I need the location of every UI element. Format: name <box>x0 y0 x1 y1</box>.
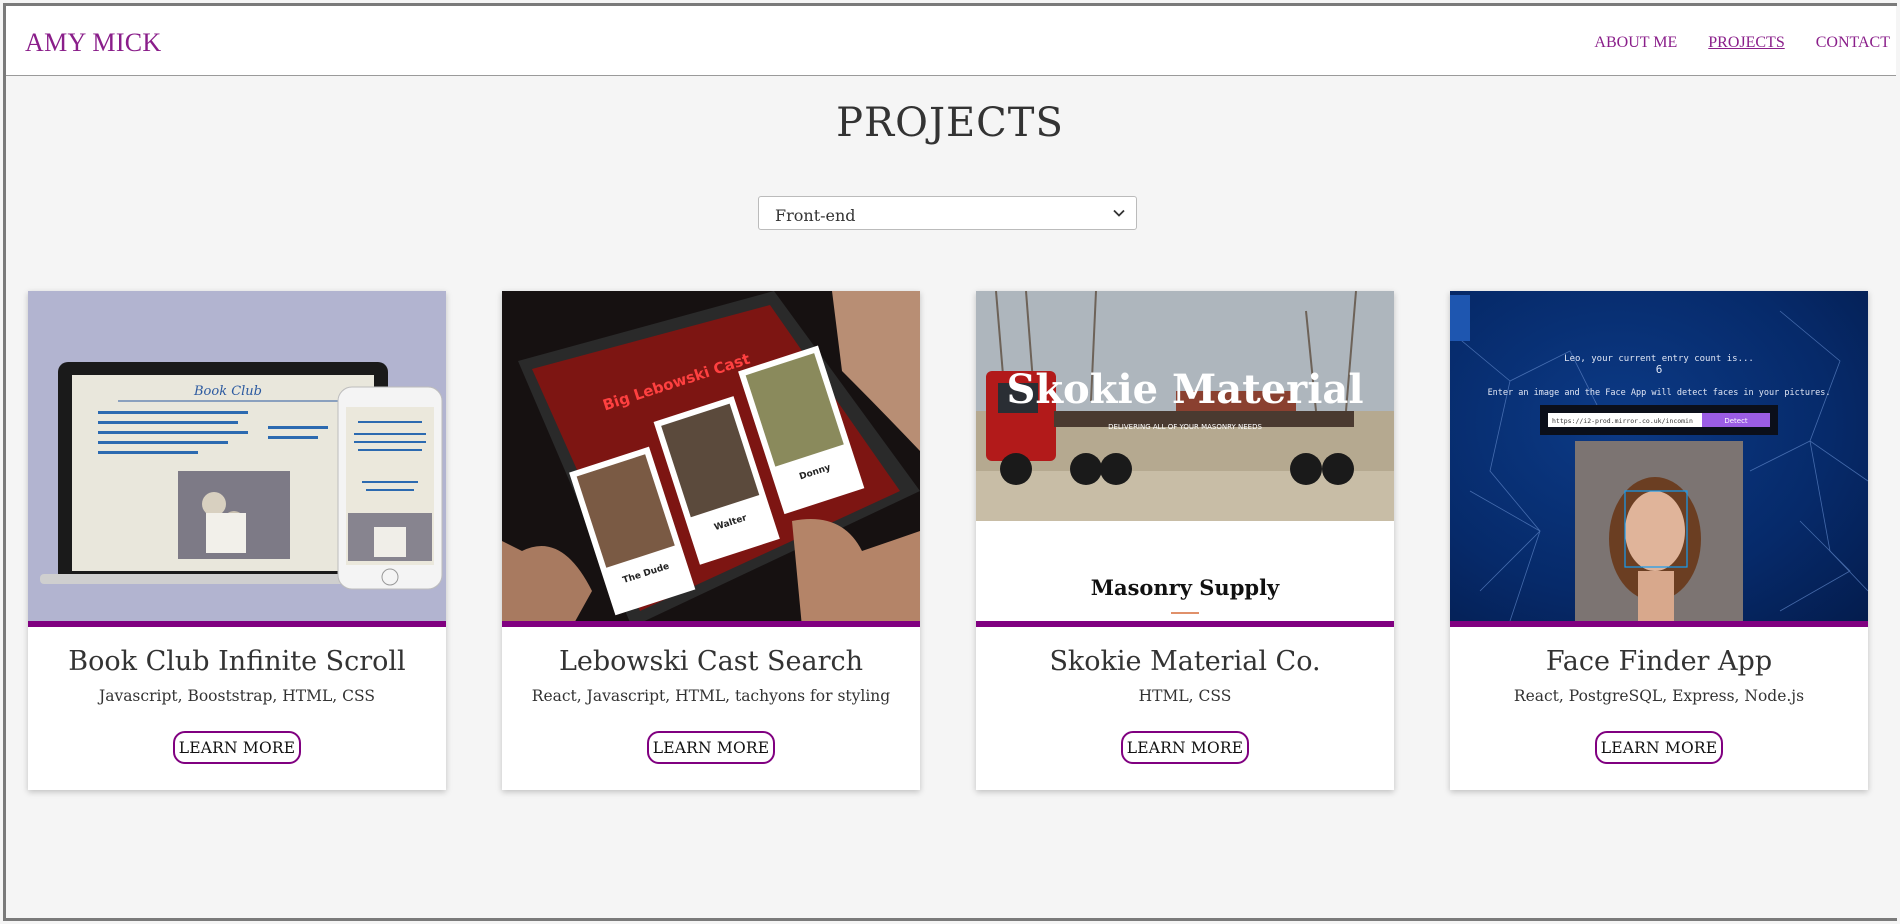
category-select[interactable]: Front-end <box>758 196 1137 230</box>
chevron-down-icon <box>1113 209 1125 217</box>
thumb-face-detect-button: Detect <box>1724 417 1748 425</box>
laptop-phone-illustration: Book Club <box>40 362 443 590</box>
project-tech: HTML, CSS <box>1138 687 1232 705</box>
thumb-face-instruction: Enter an image and the Face App will det… <box>1488 388 1831 398</box>
thumb-face-url: https://i2-prod.mirror.co.uk/incomin <box>1552 417 1693 425</box>
nav-projects[interactable]: PROJECTS <box>1708 34 1784 52</box>
project-card: Skokie Material DELIVERING ALL OF YOUR M… <box>976 291 1394 790</box>
project-grid: Book Club Book Club Infinite Scroll Java… <box>28 291 1868 790</box>
project-tech: Javascript, Booststrap, HTML, CSS <box>98 687 375 705</box>
project-title: Lebowski Cast Search <box>558 646 864 677</box>
project-thumbnail-book-club[interactable]: Book Club <box>28 291 446 627</box>
page-title: PROJECTS <box>836 100 1064 146</box>
learn-more-button[interactable]: LEARN MORE <box>1594 731 1724 764</box>
category-select-value: Front-end <box>775 206 856 225</box>
thumb-skokie-subheading: DELIVERING ALL OF YOUR MASONRY NEEDS <box>1108 423 1262 431</box>
project-title: Face Finder App <box>1545 646 1773 677</box>
learn-more-button[interactable]: LEARN MORE <box>172 731 302 764</box>
thumb-book-club-heading: Book Club <box>193 384 262 399</box>
thumb-skokie-footer: Masonry Supply <box>1091 575 1280 600</box>
brand-logo[interactable]: AMY MICK <box>25 28 162 58</box>
project-thumbnail-face-finder[interactable]: Leo, your current entry count is... 6 En… <box>1450 291 1868 627</box>
project-card: The Dude Walter Donny Big Lebowski Cast … <box>502 291 920 790</box>
site-header: AMY MICK ABOUT ME PROJECTS CONTACT <box>6 6 1896 76</box>
project-card: Leo, your current entry count is... 6 En… <box>1450 291 1868 790</box>
face-app-illustration: Leo, your current entry count is... 6 En… <box>1450 295 1868 621</box>
project-thumbnail-skokie[interactable]: Skokie Material DELIVERING ALL OF YOUR M… <box>976 291 1394 627</box>
thumb-skokie-heading: Skokie Material <box>1006 366 1363 413</box>
project-tech: React, PostgreSQL, Express, Node.js <box>1513 687 1805 705</box>
project-title: Skokie Material Co. <box>1049 646 1321 677</box>
learn-more-button[interactable]: LEARN MORE <box>1120 731 1250 764</box>
project-title: Book Club Infinite Scroll <box>68 646 406 677</box>
project-thumbnail-lebowski[interactable]: The Dude Walter Donny Big Lebowski Cast <box>502 291 920 627</box>
thumb-face-count: 6 <box>1656 363 1663 376</box>
nav-contact[interactable]: CONTACT <box>1816 34 1890 52</box>
tablet-illustration: The Dude Walter Donny Big Lebowski Cast <box>502 291 920 621</box>
learn-more-button[interactable]: LEARN MORE <box>646 731 776 764</box>
project-tech: React, Javascript, HTML, tachyons for st… <box>531 687 891 705</box>
nav-about-me[interactable]: ABOUT ME <box>1594 34 1677 52</box>
truck-photo-illustration: Skokie Material DELIVERING ALL OF YOUR M… <box>976 291 1394 621</box>
project-card: Book Club Book Club Infinite Scroll Java… <box>28 291 446 790</box>
main-nav: ABOUT ME PROJECTS CONTACT <box>1594 34 1890 52</box>
